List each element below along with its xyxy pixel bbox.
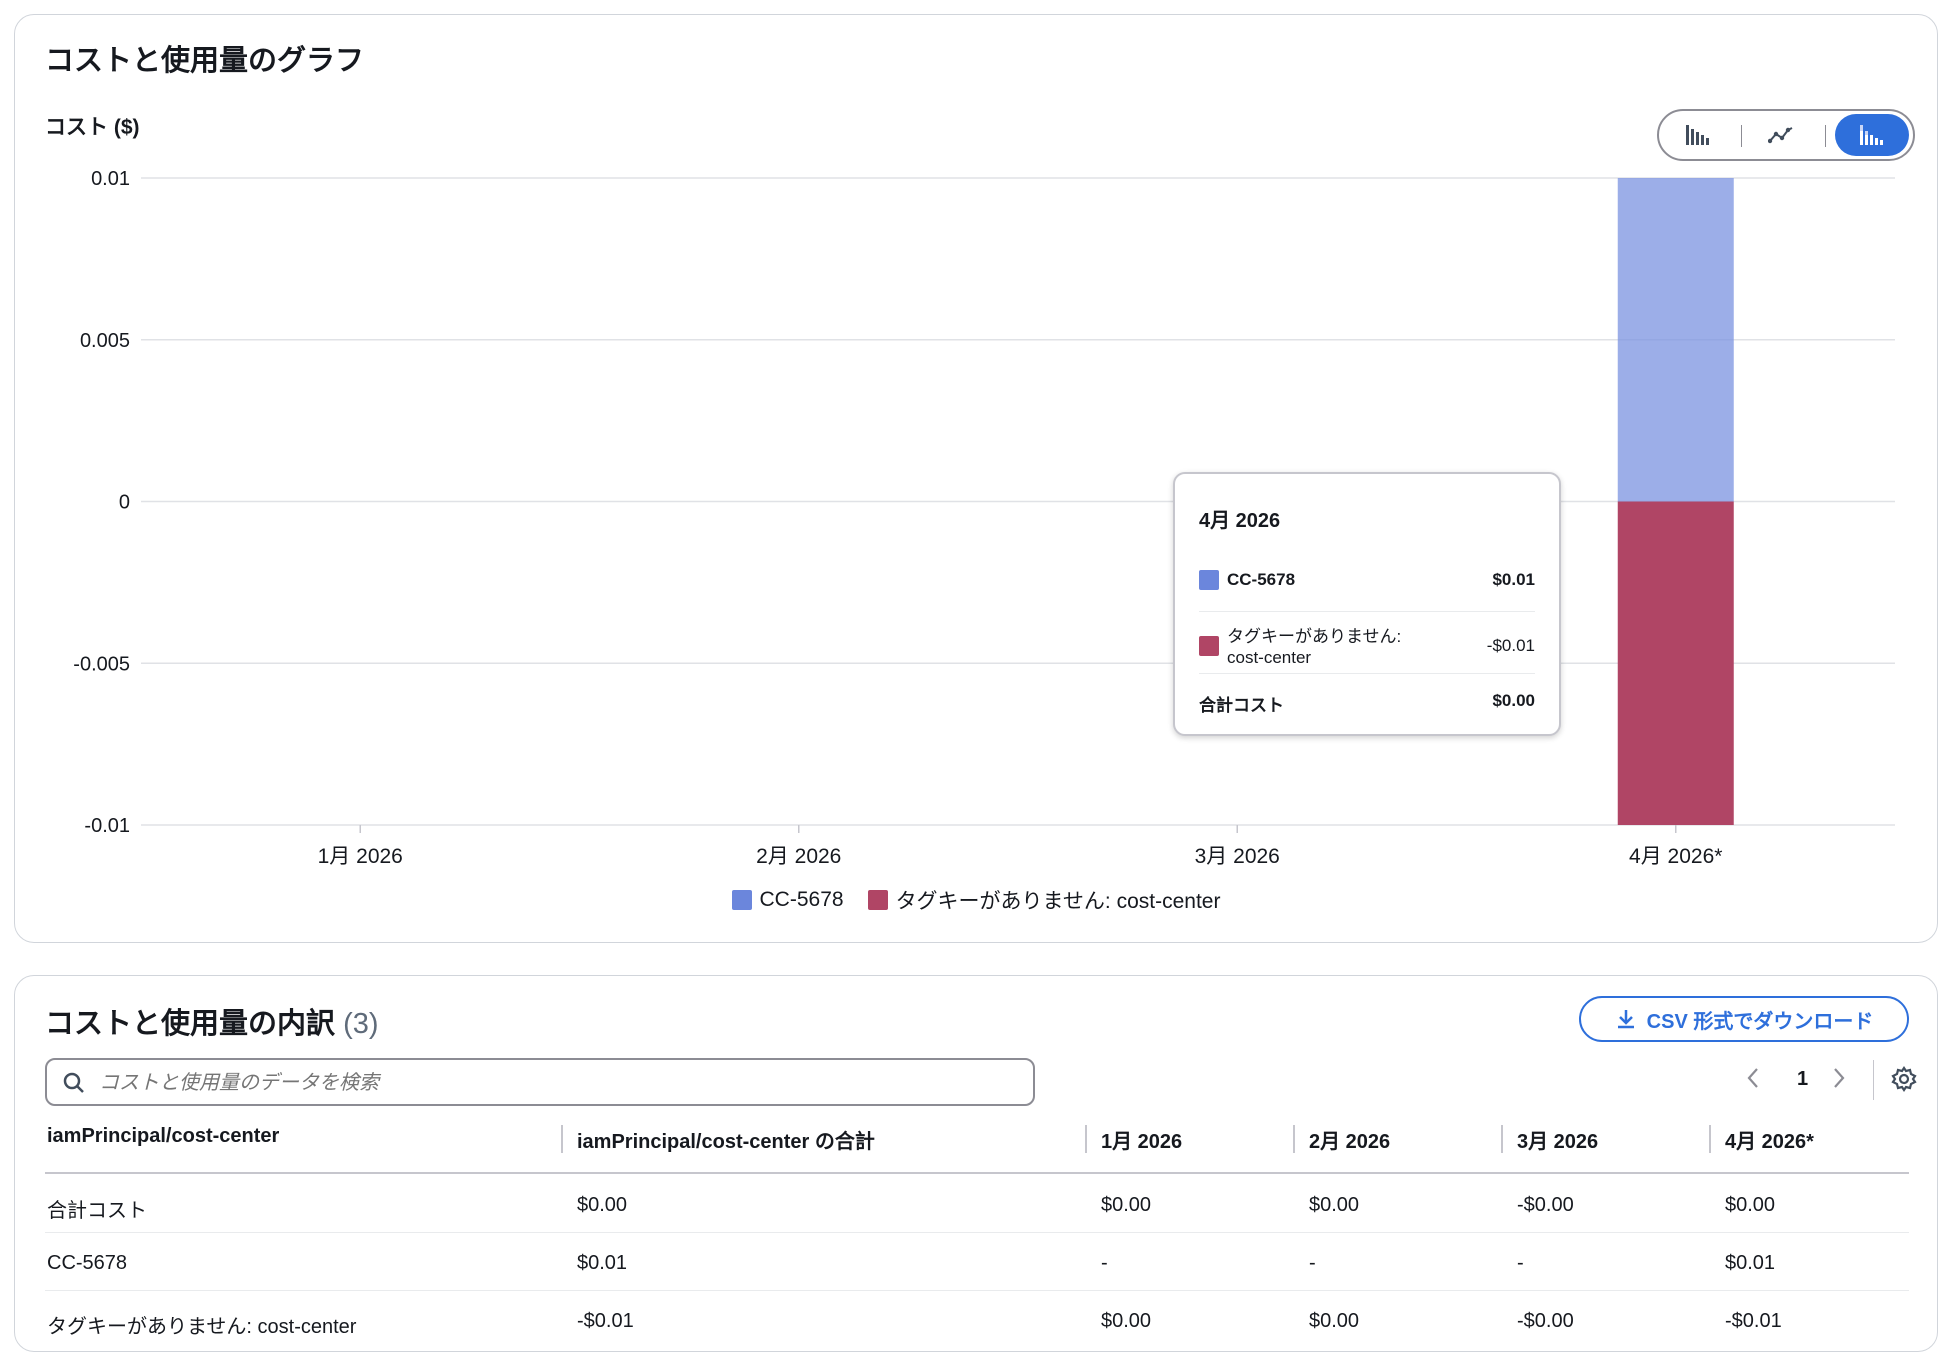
table-cell: $0.00 xyxy=(1309,1194,1360,1216)
tooltip-label: CC-5678 xyxy=(1227,570,1296,589)
x-tick-label: 2月 2026 xyxy=(756,845,841,868)
search-input[interactable] xyxy=(97,1066,1021,1100)
x-tick-label: 4月 2026* xyxy=(1629,845,1722,868)
breakdown-title-text: コストと使用量の内訳 xyxy=(45,1008,336,1040)
cost-usage-breakdown-panel: コストと使用量の内訳 (3) CSV 形式でダウンロード 1 iamPrinci… xyxy=(14,975,1938,1352)
table-cell: - xyxy=(1101,1252,1108,1274)
table-cell: $0.00 xyxy=(1101,1310,1152,1332)
csv-download-button[interactable]: CSV 形式でダウンロード xyxy=(1579,996,1909,1042)
search-box xyxy=(45,1058,1035,1106)
legend-swatch xyxy=(731,890,752,910)
tooltip-row-no-tag: タグキーがありません: cost-center -$0.01 xyxy=(1199,618,1535,674)
tooltip-swatch xyxy=(1199,570,1219,590)
table-cell: $0.01 xyxy=(1725,1252,1776,1274)
table-cell: -$0.01 xyxy=(1725,1310,1782,1332)
legend-label: CC-5678 xyxy=(759,888,844,911)
table-cell: $0.00 xyxy=(1309,1310,1360,1332)
y-tick-label: 0.01 xyxy=(91,168,130,190)
column-header-total[interactable]: iamPrincipal/cost-center の合計 xyxy=(577,1125,875,1154)
tooltip-title: 4月 2026 xyxy=(1199,510,1281,532)
y-tick-label: 0.005 xyxy=(80,330,130,352)
settings-gear-icon[interactable] xyxy=(1891,1066,1917,1092)
cost-usage-chart-panel: コストと使用量のグラフ コスト ($) 0.01 0.005 0 -0.005 … xyxy=(14,14,1938,943)
table-cell: CC-5678 xyxy=(47,1252,128,1274)
breakdown-count: (3) xyxy=(343,1008,379,1040)
table-cell: タグキーがありません: cost-center xyxy=(47,1316,357,1338)
table-cell: -$0.00 xyxy=(1517,1194,1574,1216)
next-page-icon[interactable] xyxy=(1831,1066,1847,1090)
bar-segment xyxy=(1617,178,1734,502)
table-cell: -$0.00 xyxy=(1517,1310,1574,1332)
breakdown-title: コストと使用量の内訳 (3) xyxy=(45,1000,379,1042)
tooltip-swatch xyxy=(1199,636,1219,656)
legend-item-no-tag[interactable]: タグキーがありません: cost-center xyxy=(867,885,1221,915)
legend-swatch xyxy=(867,890,888,910)
column-header-mar-2026[interactable]: 3月 2026 xyxy=(1517,1125,1598,1154)
table-cell: -$0.01 xyxy=(577,1310,634,1332)
y-tick-label: 0 xyxy=(119,492,130,514)
tooltip-value: -$0.01 xyxy=(1486,636,1535,655)
tooltip-row-cc-5678: CC-5678 $0.01 xyxy=(1199,568,1535,592)
chart-legend: CC-5678 タグキーがありません: cost-center xyxy=(15,885,1937,915)
table-cell: $0.00 xyxy=(1725,1194,1776,1216)
previous-page-icon[interactable] xyxy=(1745,1066,1761,1090)
tooltip-total-value: $0.00 xyxy=(1492,691,1535,710)
tooltip-label-line2: cost-center xyxy=(1227,648,1312,667)
column-header-feb-2026[interactable]: 2月 2026 xyxy=(1309,1125,1390,1154)
column-header-apr-2026[interactable]: 4月 2026* xyxy=(1725,1125,1814,1154)
table-cell: $0.01 xyxy=(577,1252,628,1274)
table-cell: - xyxy=(1309,1252,1316,1274)
y-tick-label: -0.01 xyxy=(84,815,130,837)
y-tick-label: -0.005 xyxy=(73,653,130,675)
table-cell: 合計コスト xyxy=(47,1200,147,1222)
x-tick-label: 3月 2026 xyxy=(1195,845,1280,868)
stacked-bar-chart: 0.01 0.005 0 -0.005 -0.01 1月 2026 2月 2026 3月 20… xyxy=(73,168,1895,868)
current-page-number[interactable]: 1 xyxy=(1797,1068,1808,1091)
table-cell: $0.00 xyxy=(1101,1194,1152,1216)
chart-tooltip: 4月 2026 CC-5678 $0.01 タグキーがありません: cost-c… xyxy=(1173,472,1561,736)
tooltip-label-line1: タグキーがありません: xyxy=(1227,627,1402,646)
column-header-jan-2026[interactable]: 1月 2026 xyxy=(1101,1125,1182,1154)
tooltip-total-label: 合計コスト xyxy=(1199,696,1284,715)
tooltip-value: $0.01 xyxy=(1492,570,1535,589)
search-icon xyxy=(63,1072,84,1093)
column-header-tag[interactable]: iamPrincipal/cost-center xyxy=(47,1125,279,1148)
download-icon xyxy=(1617,1010,1634,1029)
legend-label: タグキーがありません: cost-center xyxy=(895,890,1221,913)
tooltip-total-row: 合計コスト $0.00 xyxy=(1199,691,1535,715)
x-tick-label: 1月 2026 xyxy=(318,845,403,868)
legend-item-cc-5678[interactable]: CC-5678 xyxy=(731,885,844,915)
table-cell: $0.00 xyxy=(577,1194,628,1216)
bar-segment xyxy=(1617,501,1734,825)
csv-download-label: CSV 形式でダウンロード xyxy=(1646,1010,1874,1033)
table-cell: - xyxy=(1517,1252,1524,1274)
